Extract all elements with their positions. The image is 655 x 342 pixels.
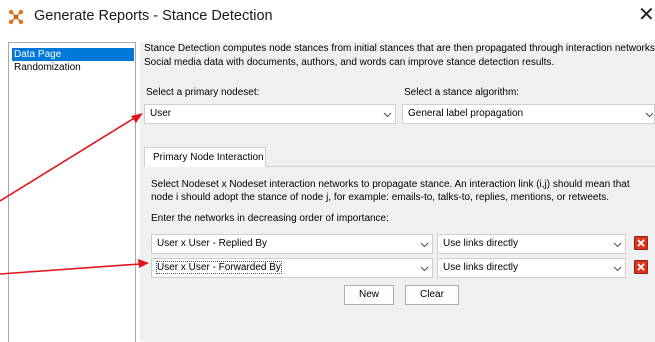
annotation-arrows (0, 113, 149, 275)
annotation-arrow-2 (0, 259, 149, 275)
annotation-arrow-1 (0, 113, 143, 202)
